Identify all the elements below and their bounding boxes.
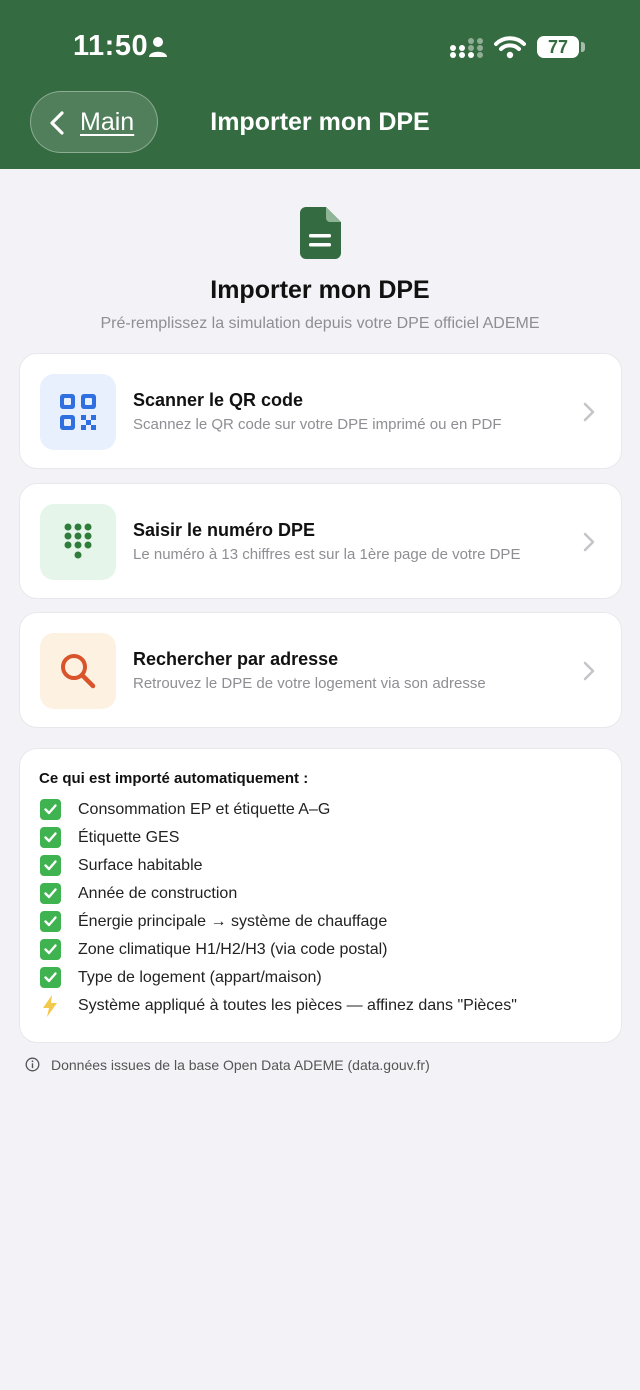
scan-qr-option[interactable]: Scanner le QR code Scannez le QR code su… <box>19 353 622 469</box>
check-icon <box>40 855 61 876</box>
search-icon-box <box>40 633 116 709</box>
page-title: Importer mon DPE <box>210 276 430 304</box>
chevron-right-icon <box>583 661 595 681</box>
chevron-right-icon <box>583 402 595 422</box>
cellular-signal-icon <box>450 38 483 58</box>
status-time: 11:50 <box>73 30 149 62</box>
chevron-right-icon <box>583 532 595 552</box>
list-item-text: Énergie principale → système de chauffag… <box>78 913 388 930</box>
enter-dpe-number-option[interactable]: Saisir le numéro DPE Le numéro à 13 chif… <box>19 483 622 599</box>
info-icon <box>25 1057 40 1072</box>
search-by-address-option[interactable]: Rechercher par adresse Retrouvez le DPE … <box>19 612 622 728</box>
nav-title: Importer mon DPE <box>210 108 430 136</box>
check-icon <box>40 827 61 848</box>
imported-fields-title: Ce qui est importé automatiquement : <box>39 770 309 787</box>
chevron-left-icon <box>50 111 64 135</box>
check-icon <box>40 967 61 988</box>
document-icon <box>300 207 341 259</box>
list-item-text: Zone climatique H1/H2/H3 (via code posta… <box>78 941 388 958</box>
back-button[interactable]: Main <box>30 91 158 153</box>
battery-indicator: 77 <box>537 36 579 58</box>
option-title: Rechercher par adresse <box>133 649 339 669</box>
back-label: Main <box>80 108 135 136</box>
list-item-text: Surface habitable <box>78 857 203 874</box>
option-description: Scannez le QR code sur votre DPE imprimé… <box>133 416 502 433</box>
list-item-text: Type de logement (appart/maison) <box>78 969 322 986</box>
page-subtitle: Pré-remplissez la simulation depuis votr… <box>100 315 540 332</box>
check-icon <box>40 911 61 932</box>
check-icon <box>40 799 61 820</box>
list-item-text: Année de construction <box>78 885 238 902</box>
check-icon <box>40 939 61 960</box>
app-header: 11:50 77 Main Importer mon DPE <box>0 0 640 169</box>
keypad-icon-box <box>40 504 116 580</box>
option-title: Scanner le QR code <box>133 390 304 410</box>
battery-level: 77 <box>547 37 569 57</box>
battery-tip <box>581 42 585 52</box>
option-description: Retrouvez le DPE de votre logement via s… <box>133 675 486 692</box>
qr-icon-box <box>40 374 116 450</box>
option-title: Saisir le numéro DPE <box>133 520 316 540</box>
list-item-text: Système appliqué à toutes les pièces — a… <box>78 997 517 1014</box>
person-icon <box>149 37 167 57</box>
keypad-icon <box>64 523 92 559</box>
list-item-text: Étiquette GES <box>78 829 180 846</box>
wifi-icon <box>494 36 526 59</box>
imported-fields-card: Ce qui est importé automatiquement : Con… <box>19 748 622 1043</box>
qr-code-icon <box>60 394 96 430</box>
check-icon <box>40 883 61 904</box>
option-description: Le numéro à 13 chiffres est sur la 1ère … <box>133 546 521 563</box>
search-icon <box>61 654 96 689</box>
list-item-text: Consommation EP et étiquette A–G <box>78 801 331 818</box>
bolt-icon <box>43 995 57 1017</box>
data-source-note: Données issues de la base Open Data ADEM… <box>51 1057 430 1073</box>
